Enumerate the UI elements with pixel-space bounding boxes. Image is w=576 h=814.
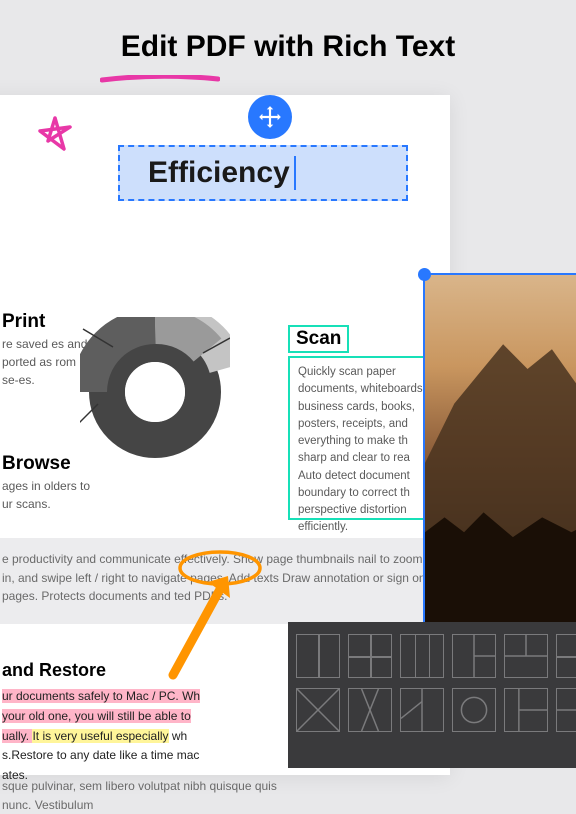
layout-diag2[interactable] bbox=[348, 688, 392, 732]
layout-mix1[interactable] bbox=[504, 688, 548, 732]
layout-collage2[interactable] bbox=[504, 634, 548, 678]
paragraph-band: e productivity and communicate effective… bbox=[0, 538, 450, 624]
browse-heading: Browse bbox=[2, 453, 71, 475]
highlighted-text: ur documents safely to Mac / PC. Wh your… bbox=[2, 687, 282, 786]
donut-chart bbox=[80, 317, 230, 467]
layout-circle[interactable] bbox=[452, 688, 496, 732]
layout-panel bbox=[288, 622, 576, 768]
layout-grid[interactable] bbox=[348, 634, 392, 678]
text-cursor bbox=[294, 156, 297, 190]
print-text: re saved es and ported as rom se-es. bbox=[2, 335, 92, 389]
layout-2row[interactable] bbox=[556, 634, 576, 678]
scan-text-selection[interactable]: Quickly scan paper documents, whiteboard… bbox=[288, 356, 438, 520]
lorem-text: sque pulvinar, sem libero volutpat nibh … bbox=[2, 777, 292, 814]
layout-3col[interactable] bbox=[400, 634, 444, 678]
scan-heading[interactable]: Scan bbox=[288, 325, 349, 353]
inserted-image[interactable] bbox=[423, 273, 576, 643]
layout-collage1[interactable] bbox=[452, 634, 496, 678]
layout-mix2[interactable] bbox=[556, 688, 576, 732]
resize-handle-tl[interactable] bbox=[418, 268, 431, 281]
browse-text: ages in olders to ur scans. bbox=[2, 477, 92, 513]
headline-underline bbox=[100, 75, 220, 85]
restore-heading: and Restore bbox=[2, 660, 106, 681]
edit-text: Efficiency bbox=[148, 156, 290, 190]
star-annotation bbox=[28, 113, 82, 167]
layout-diag1[interactable] bbox=[296, 688, 340, 732]
print-heading: Print bbox=[2, 311, 45, 333]
move-handle-icon[interactable] bbox=[248, 95, 292, 139]
layout-tri[interactable] bbox=[400, 688, 444, 732]
page-headline: Edit PDF with Rich Text bbox=[0, 0, 576, 72]
text-edit-box[interactable]: Efficiency bbox=[118, 145, 408, 201]
layout-2col[interactable] bbox=[296, 634, 340, 678]
